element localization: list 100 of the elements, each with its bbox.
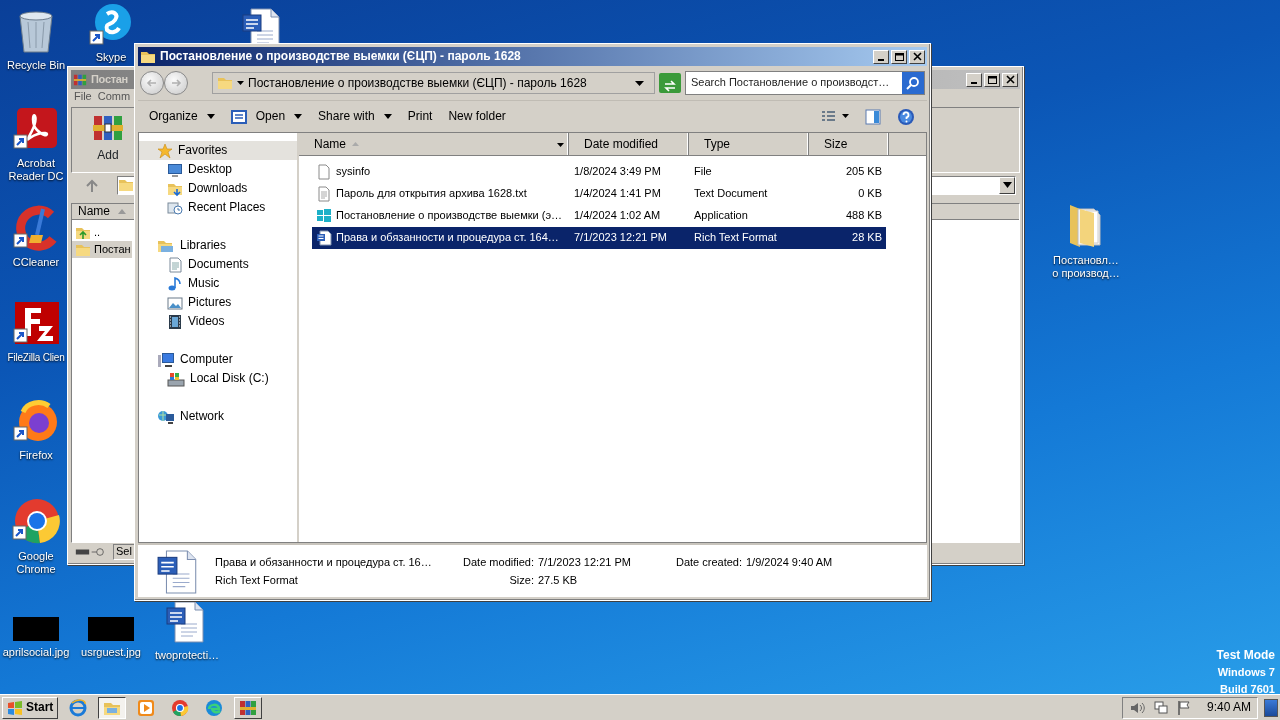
add-button[interactable]: Add bbox=[90, 112, 126, 172]
document-icon bbox=[316, 230, 332, 246]
column-header[interactable]: Name bbox=[299, 133, 569, 155]
close-icon bbox=[1004, 74, 1016, 85]
icon-label[interactable]: FileZilla Clien bbox=[7, 351, 65, 364]
caret-icon bbox=[237, 81, 244, 85]
document-icon bbox=[316, 186, 332, 202]
nav-item[interactable]: Libraries bbox=[139, 236, 297, 255]
menu-item[interactable]: File bbox=[71, 89, 95, 107]
picture-icon bbox=[167, 294, 183, 311]
browser-icon bbox=[205, 698, 224, 717]
dropdown-arrow-icon bbox=[1002, 182, 1012, 188]
thumbnail-icon bbox=[13, 617, 59, 641]
column-header[interactable]: Date modified bbox=[569, 133, 689, 155]
file-name: Права и обязанности и процедура ст. 16… bbox=[215, 556, 433, 570]
icon-label[interactable]: CCleaner bbox=[12, 256, 60, 269]
file-row[interactable]: .. bbox=[72, 224, 132, 241]
field-label: Date created: bbox=[674, 556, 743, 570]
nav-item[interactable]: Favorites bbox=[139, 141, 297, 160]
menu-item[interactable]: Comm bbox=[94, 89, 134, 107]
network-icon bbox=[157, 408, 175, 425]
notice-text: Build 7601 bbox=[1219, 682, 1275, 697]
icon-label[interactable]: twoprotecti… bbox=[154, 649, 220, 662]
forward-button[interactable] bbox=[164, 71, 188, 95]
monitor-icon bbox=[167, 161, 183, 178]
minimize-button[interactable] bbox=[873, 49, 889, 64]
flag-icon bbox=[1176, 699, 1191, 716]
toolbar-button[interactable]: Print bbox=[400, 106, 440, 127]
close-button[interactable] bbox=[909, 49, 925, 64]
back-button[interactable] bbox=[140, 71, 164, 95]
nav-item[interactable]: Pictures bbox=[139, 293, 297, 312]
toolbar-button[interactable]: Organize bbox=[142, 106, 222, 127]
nav-item[interactable]: Network bbox=[139, 407, 297, 426]
nav-item[interactable]: Local Disk (C:) bbox=[139, 369, 297, 388]
search-field[interactable]: Search Постановление о производст… bbox=[685, 71, 925, 95]
toolbar-button[interactable]: Share with bbox=[311, 106, 399, 127]
tiles-icon bbox=[316, 208, 332, 224]
file-row[interactable]: Постановление о производстве выемки (э… 1/4/2024 1:02 AM Application 488 KB bbox=[312, 205, 886, 227]
close-icon bbox=[911, 51, 923, 62]
nav-item[interactable]: Recent Places bbox=[139, 198, 297, 217]
nav-item[interactable]: Videos bbox=[139, 312, 297, 331]
clock-text: 9:40 AM bbox=[1206, 700, 1251, 715]
network-icon bbox=[1152, 699, 1169, 716]
show-desktop-button[interactable] bbox=[1264, 698, 1278, 717]
maximize-button[interactable] bbox=[891, 49, 907, 64]
up-arrow-icon bbox=[85, 178, 99, 193]
arrow-left-icon bbox=[146, 77, 158, 89]
window-title: Постан bbox=[91, 72, 128, 87]
file-row[interactable]: Постан bbox=[72, 241, 132, 258]
nav-item[interactable]: Documents bbox=[139, 255, 297, 274]
preview-pane-icon bbox=[865, 108, 881, 125]
view-options-icon bbox=[821, 109, 849, 124]
maximize-icon bbox=[893, 51, 905, 62]
maximize-button[interactable] bbox=[984, 72, 1000, 87]
icon-label[interactable]: Firefox bbox=[19, 449, 53, 462]
icon-label[interactable]: usrguest.jpg bbox=[81, 646, 141, 659]
column-header[interactable]: Size bbox=[809, 133, 889, 155]
folder-icon bbox=[217, 75, 233, 91]
icon-label[interactable]: Recycle Bin bbox=[6, 59, 66, 72]
field-value: 1/9/2024 9:40 AM bbox=[746, 556, 834, 570]
file-type: Rich Text Format bbox=[215, 574, 299, 588]
dropdown-arrow-icon bbox=[635, 80, 644, 86]
taskbar-button[interactable] bbox=[98, 696, 127, 719]
icon-label[interactable]: Acrobat Reader DC bbox=[1, 157, 71, 183]
close-button[interactable] bbox=[1002, 72, 1018, 87]
icon-label[interactable]: Постановл… о производ… bbox=[1052, 254, 1120, 280]
toolbar-button[interactable]: Open bbox=[223, 105, 310, 128]
drive-icon bbox=[167, 370, 185, 387]
icon-label[interactable]: Skype bbox=[95, 51, 127, 64]
chat-icon bbox=[89, 2, 133, 46]
refresh-button[interactable] bbox=[659, 73, 681, 93]
address-bar[interactable]: Постановление о производстве выемки (ЄЦП) - пароль 1628 bbox=[212, 72, 655, 94]
browser-icon bbox=[13, 398, 59, 444]
nav-item[interactable]: Computer bbox=[139, 350, 297, 369]
field-label: Size: bbox=[508, 574, 535, 588]
browser-icon bbox=[12, 497, 60, 545]
search-icon bbox=[906, 76, 920, 90]
start-button[interactable]: Start bbox=[2, 696, 59, 719]
icon-label[interactable]: Google Chrome bbox=[1, 550, 71, 576]
toolbar-button[interactable]: New folder bbox=[441, 106, 513, 127]
icon-label[interactable]: aprilsocial.jpg bbox=[2, 646, 70, 659]
archive-icon bbox=[239, 698, 258, 717]
notice-text: Test Mode bbox=[1216, 647, 1275, 664]
file-row[interactable]: Права и обязанности и процедура ст. 164… 7/1/2023 12:21 PM Rich Text Format 28 KB bbox=[312, 227, 886, 249]
nav-item[interactable]: Downloads bbox=[139, 179, 297, 198]
column-header[interactable]: Type bbox=[689, 133, 809, 155]
file-icon bbox=[316, 164, 332, 180]
arrow-right-icon bbox=[170, 77, 182, 89]
column-header[interactable]: Name bbox=[72, 204, 132, 219]
drive-icon bbox=[75, 547, 105, 557]
file-row[interactable]: sysinfo 1/8/2024 3:49 PM File 205 KB bbox=[312, 161, 886, 183]
minimize-button[interactable] bbox=[966, 72, 982, 87]
nav-item[interactable]: Desktop bbox=[139, 160, 297, 179]
file-row[interactable]: Пароль для открытия архива 1628.txt 1/4/2024 1:41 PM Text Document 0 KB bbox=[312, 183, 886, 205]
window-title: Постановление о производстве выемки (ЄЦП) - пароль 1628 bbox=[160, 49, 521, 64]
sort-arrow-icon bbox=[352, 142, 359, 146]
nav-item[interactable]: Music bbox=[139, 274, 297, 293]
thumbnail-icon bbox=[88, 617, 134, 641]
dropdown-button[interactable] bbox=[999, 176, 1015, 194]
dropdown-arrow-icon bbox=[557, 143, 564, 147]
